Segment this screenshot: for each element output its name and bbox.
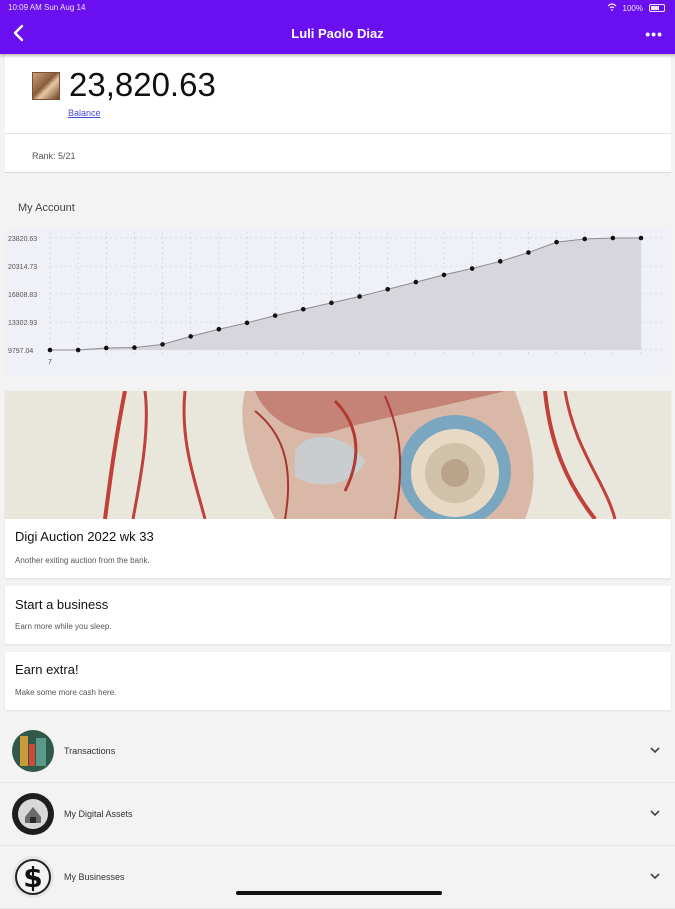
list-item-label: My Digital Assets bbox=[64, 809, 133, 819]
chart-point bbox=[413, 279, 419, 285]
x-tick-label: 7 bbox=[48, 359, 52, 366]
card-subtitle: Make some more cash here. bbox=[15, 688, 117, 697]
chart-point bbox=[357, 294, 362, 299]
chart-point bbox=[103, 345, 109, 351]
y-tick-label: 20314.73 bbox=[8, 264, 37, 271]
card-title: Earn extra! bbox=[15, 662, 79, 677]
start-business-card[interactable]: Start a business Earn more while you sle… bbox=[5, 586, 671, 644]
currency-image bbox=[32, 72, 60, 100]
chart-point bbox=[300, 306, 306, 312]
chart-point bbox=[469, 266, 475, 271]
chart-point bbox=[385, 286, 391, 292]
auction-card[interactable]: Digi Auction 2022 wk 33 Another exiting … bbox=[5, 391, 671, 578]
home-indicator bbox=[236, 891, 442, 895]
chart-point bbox=[216, 326, 222, 332]
chevron-down-icon[interactable] bbox=[649, 870, 661, 882]
chart-point bbox=[272, 313, 278, 318]
page-title: Luli Paolo Diaz bbox=[291, 26, 384, 41]
chart-point bbox=[47, 347, 53, 353]
y-tick-label: 16808.83 bbox=[8, 292, 37, 299]
balance-link[interactable]: Balance bbox=[68, 108, 101, 118]
account-chart: 23820.63 20314.73 16808.83 13302.93 9797.04 7 bbox=[5, 228, 671, 376]
card-subtitle: Earn more while you sleep. bbox=[15, 622, 112, 631]
chevron-down-icon[interactable] bbox=[649, 744, 661, 756]
svg-text:$: $ bbox=[23, 861, 42, 894]
list-item-digital-assets[interactable]: My Digital Assets bbox=[0, 783, 675, 846]
chart-point bbox=[610, 235, 616, 241]
chart-point bbox=[582, 236, 588, 242]
y-tick-label: 23820.63 bbox=[8, 236, 37, 243]
chart-point bbox=[132, 345, 137, 350]
y-tick-label: 9797.04 bbox=[8, 348, 33, 355]
chevron-down-icon[interactable] bbox=[649, 807, 661, 819]
rank-text: Rank: 5/21 bbox=[32, 151, 76, 161]
chart-point bbox=[441, 272, 447, 278]
list-item-label: My Businesses bbox=[64, 872, 125, 882]
status-indicators: 100% bbox=[607, 3, 665, 13]
earn-extra-card[interactable]: Earn extra! Make some more cash here. bbox=[5, 652, 671, 710]
rank-card: Rank: 5/21 bbox=[5, 134, 671, 173]
card-title: Start a business bbox=[15, 597, 109, 612]
y-tick-label: 13302.93 bbox=[8, 320, 37, 327]
more-options-button[interactable]: ••• bbox=[645, 26, 663, 42]
status-time: 10:09 AM Sun Aug 14 bbox=[8, 3, 86, 12]
chart-point bbox=[497, 259, 503, 264]
wifi-icon bbox=[607, 3, 617, 13]
chart-point bbox=[526, 250, 531, 255]
chart-point bbox=[554, 239, 559, 245]
transactions-avatar bbox=[12, 730, 54, 772]
chart-point bbox=[160, 342, 165, 347]
auction-artwork bbox=[5, 391, 671, 527]
businesses-avatar: $ bbox=[12, 856, 54, 898]
card-title: Digi Auction 2022 wk 33 bbox=[15, 529, 154, 544]
list-item-label: Transactions bbox=[64, 746, 116, 756]
list-item-transactions[interactable]: Transactions bbox=[0, 720, 675, 783]
chart-point bbox=[244, 320, 250, 326]
chart-point bbox=[188, 334, 194, 339]
balance-amount: 23,820.63 bbox=[69, 66, 216, 103]
battery-percent: 100% bbox=[622, 3, 643, 13]
chart-point bbox=[638, 235, 644, 241]
balance-card: 23,820.63 Balance bbox=[5, 54, 671, 134]
app-bar: 10:09 AM Sun Aug 14 100% Luli Paolo Diaz… bbox=[0, 0, 675, 54]
card-subtitle: Another exiting auction from the bank. bbox=[15, 556, 150, 565]
battery-icon bbox=[649, 4, 665, 12]
chart-point bbox=[75, 347, 81, 353]
digital-assets-avatar bbox=[12, 793, 54, 835]
account-chart-svg: 23820.63 20314.73 16808.83 13302.93 9797.04 7 bbox=[8, 232, 665, 366]
section-title-my-account: My Account bbox=[18, 202, 75, 214]
chart-point bbox=[329, 300, 334, 306]
